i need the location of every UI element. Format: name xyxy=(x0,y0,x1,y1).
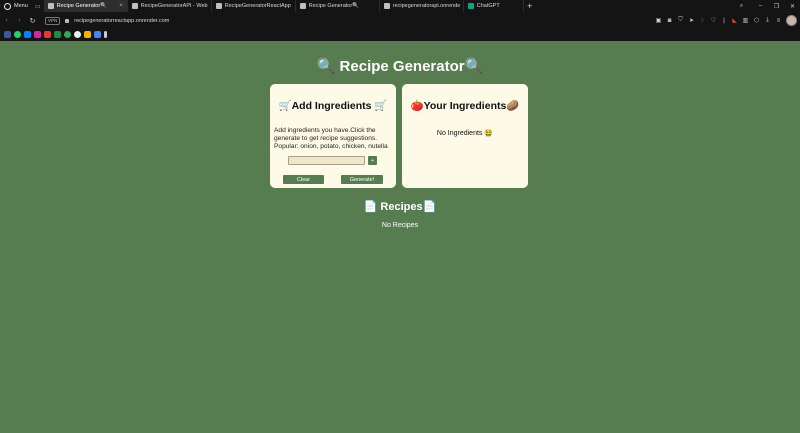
forward-icon[interactable]: › xyxy=(13,13,26,28)
youtube-icon[interactable] xyxy=(44,31,51,38)
extension-icon[interactable]: ◣ xyxy=(731,17,738,24)
clear-button[interactable]: Clear xyxy=(283,175,324,184)
tab-recipe-generator-react-app[interactable]: RecipeGeneratorReactApp xyxy=(212,0,296,12)
restore-icon[interactable]: ❐ xyxy=(770,0,783,12)
chatgpt-bookmark-icon[interactable] xyxy=(74,31,81,38)
tab-title: RecipeGeneratorAPI - Web xyxy=(140,3,208,9)
menu-lines-icon[interactable]: ≡ xyxy=(775,17,782,24)
opera-menu-button[interactable]: Menu xyxy=(0,0,32,12)
tab-manager-icon[interactable]: ▭ xyxy=(32,0,44,12)
tab-chatgpt[interactable]: ChatGPT xyxy=(464,0,524,12)
tab-title: recipegeneratorapi.onrende xyxy=(392,3,461,9)
menu-label: Menu xyxy=(14,3,28,9)
ingredient-input[interactable] xyxy=(288,156,365,165)
back-icon[interactable]: ‹ xyxy=(0,13,13,28)
add-ingredient-button[interactable]: + xyxy=(368,156,377,165)
docs-icon[interactable] xyxy=(94,31,101,38)
tab-recipe-generator-api-onrender[interactable]: recipegeneratorapi.onrende xyxy=(380,0,464,12)
reload-icon[interactable]: ↻ xyxy=(26,13,39,28)
send-icon[interactable]: ➤ xyxy=(688,17,695,24)
flow-icon[interactable]: ◌ xyxy=(699,17,706,24)
lock-icon[interactable] xyxy=(65,18,70,23)
cart-icon xyxy=(47,3,54,9)
sidebar-panels-icon[interactable]: ▥ xyxy=(742,17,749,24)
toolbar-right: ▣ ◙ ⛉ ➤ ◌ ♡ | ◣ ▥ ⬡ ⤓ ≡ xyxy=(655,13,800,28)
separator-icon: | xyxy=(723,17,725,24)
window-close-icon[interactable]: ✕ xyxy=(786,0,799,12)
tab-title: Recipe Generator🔍 xyxy=(56,3,108,9)
camera-icon[interactable]: ◙ xyxy=(666,17,673,24)
tab-recipe-generator-api[interactable]: RecipeGeneratorAPI - Web xyxy=(128,0,212,12)
generate-button[interactable]: Generate! xyxy=(341,175,383,184)
address-bar: ‹ › ↻ VPN recipegeneratorreactapp.onrend… xyxy=(0,13,800,28)
globe-icon xyxy=(383,3,390,9)
url-field[interactable]: recipegeneratorreactapp.onrender.com xyxy=(74,18,169,24)
search-icon[interactable]: ⌕ xyxy=(735,0,748,12)
tab-bar: Menu ▭ Recipe Generator🔍 × RecipeGenerat… xyxy=(0,0,800,12)
maps-icon[interactable] xyxy=(64,31,71,38)
minimize-icon[interactable]: – xyxy=(754,0,767,12)
heart-icon[interactable]: ♡ xyxy=(710,17,717,24)
your-ingredients-title: 🍅Your Ingredients🥔 xyxy=(410,100,520,112)
add-ingredients-description: Add ingredients you have.Click the gener… xyxy=(274,127,388,150)
tab-recipe-generator-2[interactable]: Recipe Generator🔍 xyxy=(296,0,380,12)
chatgpt-icon xyxy=(467,3,474,9)
browser-chrome: Menu ▭ Recipe Generator🔍 × RecipeGenerat… xyxy=(0,0,800,41)
no-ingredients-text: No Ingredients 🤮 xyxy=(436,130,494,137)
recipes-title: 📄 Recipes📄 xyxy=(363,201,437,213)
download-icon[interactable]: ⤓ xyxy=(764,17,771,24)
new-tab-button[interactable]: + xyxy=(524,0,536,12)
easy-setup-icon[interactable]: ▣ xyxy=(655,17,662,24)
shield-icon[interactable]: ⛉ xyxy=(677,17,684,24)
bookmarks-bar xyxy=(0,29,800,40)
keep-icon[interactable] xyxy=(84,31,91,38)
render-icon xyxy=(131,3,138,9)
cart-icon xyxy=(299,3,306,9)
add-ingredients-card: 🛒Add Ingredients 🛒 Add ingredients you h… xyxy=(270,84,396,188)
more-bookmarks-icon[interactable] xyxy=(104,31,107,38)
avatar[interactable] xyxy=(786,15,797,26)
opera-logo-icon xyxy=(4,2,11,10)
add-ingredients-title: 🛒Add Ingredients 🛒 xyxy=(278,100,388,112)
cube-icon[interactable]: ⬡ xyxy=(753,17,760,24)
vpn-badge[interactable]: VPN xyxy=(45,16,61,25)
tab-title: RecipeGeneratorReactApp xyxy=(224,3,291,9)
no-recipes-text: No Recipes xyxy=(381,222,419,229)
render-icon xyxy=(215,3,222,9)
sheets-icon[interactable] xyxy=(54,31,61,38)
tab-recipe-generator-1[interactable]: Recipe Generator🔍 × xyxy=(43,0,128,12)
instagram-icon[interactable] xyxy=(34,31,41,38)
tab-title: Recipe Generator🔍 xyxy=(308,3,360,9)
whatsapp-icon[interactable] xyxy=(14,31,21,38)
facebook-icon[interactable] xyxy=(4,31,11,38)
messenger-icon[interactable] xyxy=(24,31,31,38)
tab-title: ChatGPT xyxy=(476,3,500,9)
close-icon[interactable]: × xyxy=(119,3,123,9)
page-title: 🔍 Recipe Generator🔍 xyxy=(316,58,484,75)
